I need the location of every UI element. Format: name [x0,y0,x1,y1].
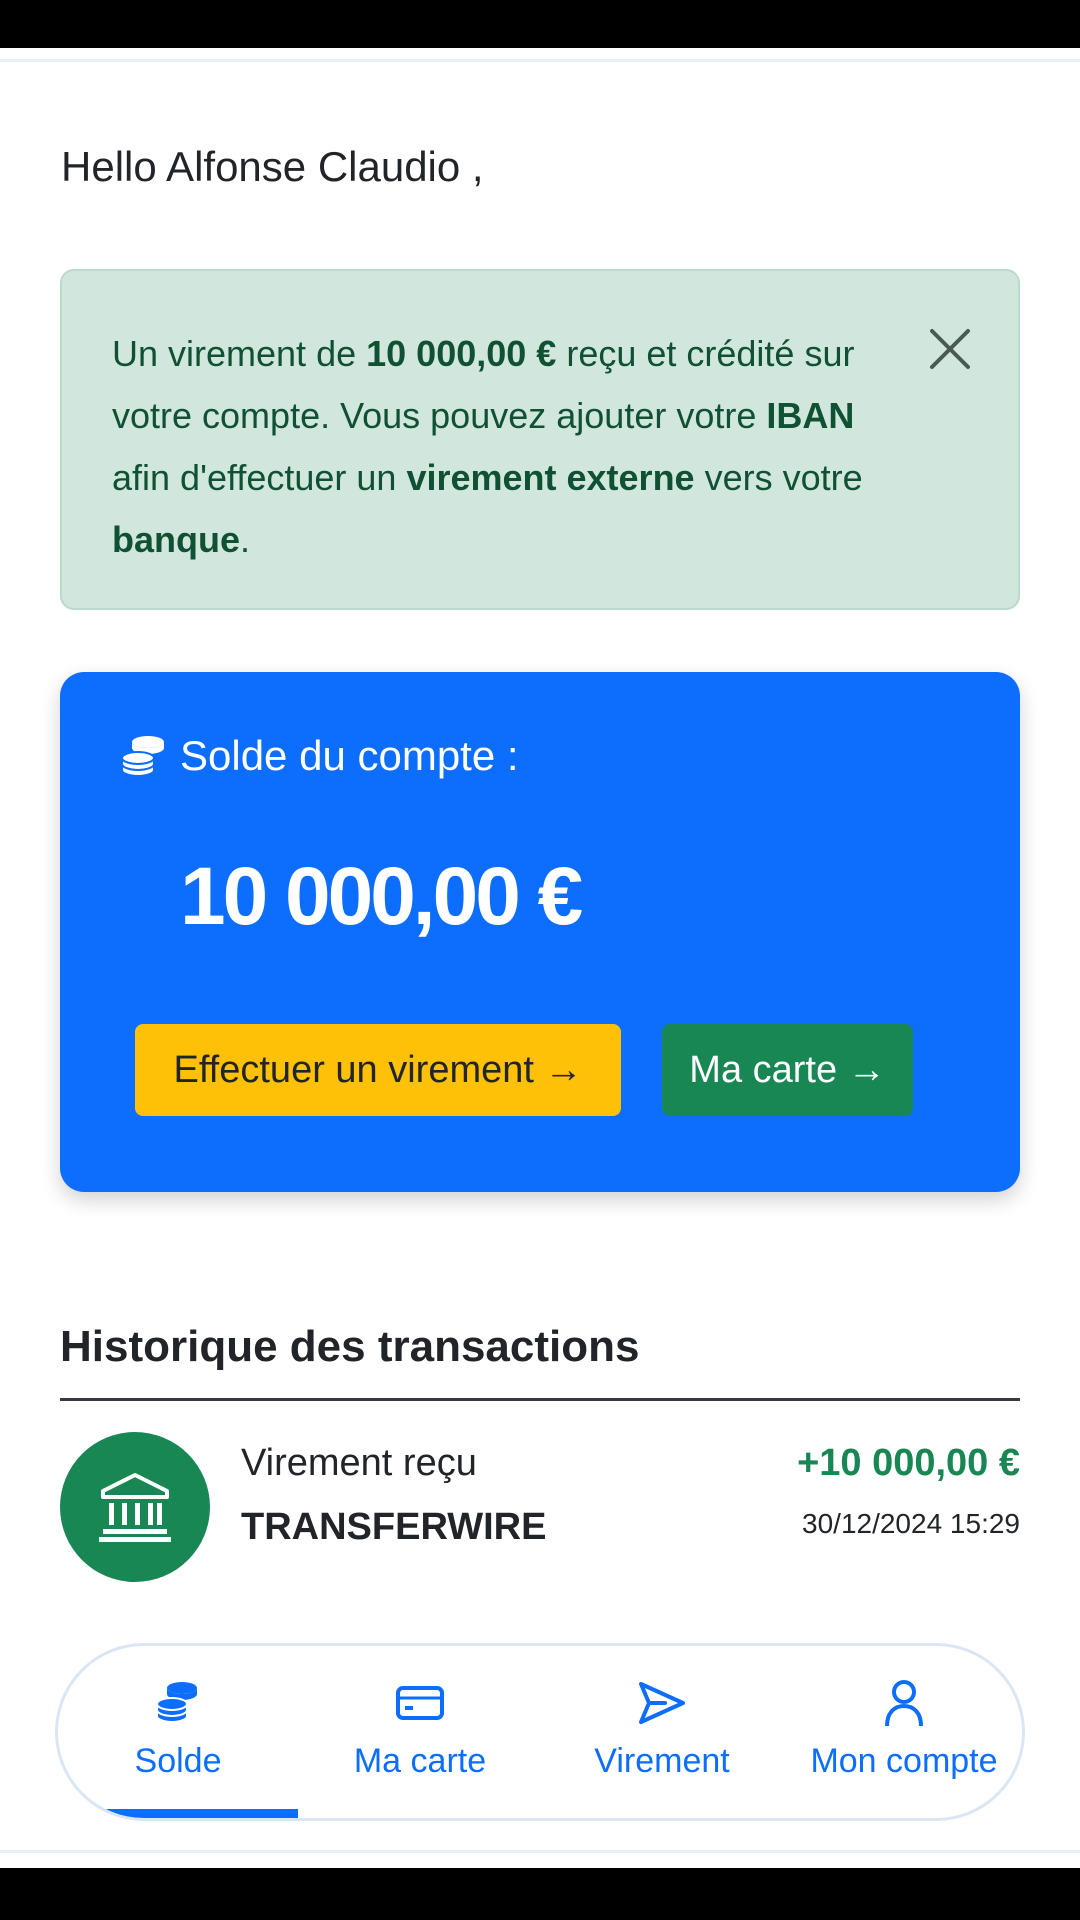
greeting-text: Hello Alfonse Claudio , [61,143,484,190]
nav-item-ma-carte[interactable]: Ma carte [300,1646,540,1818]
nav-label-solde: Solde [134,1742,222,1780]
alert-message: Un virement de 10 000,00 € reçu et crédi… [112,323,872,571]
nav-item-virement[interactable]: Virement [542,1646,782,1818]
transaction-type: Virement reçu [241,1442,477,1484]
transaction-amount: +10 000,00 € [797,1442,1020,1484]
alert-iban: IBAN [766,395,855,436]
close-icon [930,329,970,369]
status-bar [0,0,1080,48]
alert-text-part: . [240,519,251,560]
transaction-date: 30/12/2024 15:29 [802,1508,1020,1539]
footer-divider [0,1850,1080,1853]
transfer-received-alert: Un virement de 10 000,00 € reçu et crédi… [60,269,1020,610]
alert-text-part: afin d'effectuer un [112,457,397,498]
transaction-icon-circle [60,1432,210,1582]
balance-label: Solde du compte : [180,732,519,779]
header-divider [0,48,1080,62]
alert-external-transfer: virement externe [406,457,695,498]
transaction-name: TRANSFERWIRE [241,1506,547,1548]
transaction-row[interactable]: Virement reçu TRANSFERWIRE +10 000,00 € … [60,1432,1020,1582]
make-transfer-button[interactable]: Effectuer un virement → [135,1024,621,1116]
nav-label-ma-carte: Ma carte [353,1742,487,1780]
alert-text-part: vers votre [704,457,863,498]
credit-card-icon [396,1686,444,1720]
balance-amount: 10 000,00 € [180,851,583,942]
alert-text-part: Un virement de [112,333,357,374]
balance-label-row: Solde du compte : [118,730,519,782]
active-tab-indicator [103,1809,298,1818]
nav-item-mon-compte[interactable]: Mon compte [784,1646,1022,1818]
system-navigation-bar [0,1868,1080,1920]
coins-icon [156,1682,197,1724]
nav-item-solde[interactable]: Solde [58,1646,298,1818]
alert-amount: 10 000,00 € [366,333,557,374]
my-card-button[interactable]: Ma carte → [662,1024,913,1116]
send-icon [639,1682,685,1724]
nav-label-mon-compte: Mon compte [810,1742,998,1780]
bottom-navigation: Solde Ma carte Virement Mon compte [55,1643,1025,1821]
history-divider [60,1398,1020,1401]
history-title: Historique des transactions [60,1322,640,1371]
close-alert-button[interactable] [928,327,972,371]
coins-icon [121,736,164,778]
bank-icon [99,1473,171,1542]
balance-card: Solde du compte : 10 000,00 € Effectuer … [60,672,1020,1192]
person-icon [885,1680,923,1727]
alert-bank: banque [112,519,241,560]
nav-label-virement: Virement [594,1742,730,1780]
